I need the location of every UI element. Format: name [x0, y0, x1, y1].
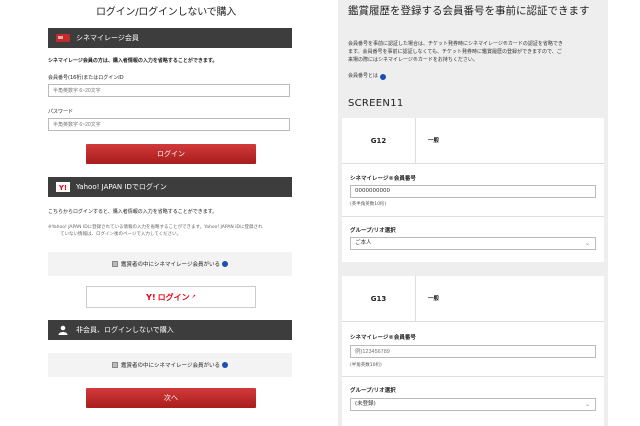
- page-title: ログイン/ログインしないで購入: [96, 7, 237, 18]
- group-select-label: グループ/リオ選択: [350, 228, 396, 234]
- member-number-input[interactable]: 0000000000: [350, 185, 596, 198]
- help-icon: [380, 73, 387, 80]
- auth-desc-3: 来場の際にはシネマイレージ®カードをお持ちください。: [348, 57, 478, 63]
- member-number-note: (半角英数10桁): [350, 363, 382, 368]
- member-number-input[interactable]: [350, 345, 596, 358]
- auth-desc-1: 会員番号を事前に認証した場合は、チケット発券時にシネマイレージ®カードの認証を省…: [348, 41, 563, 47]
- auth-title: 鑑賞履歴を登録する会員番号を事前に認証できます: [348, 5, 590, 17]
- next-button[interactable]: 次へ: [86, 388, 256, 408]
- yahoo-note-2: ていない情報は、ログイン後のページで入力してください。: [60, 232, 182, 237]
- yahoo-member-checkbox-label: 鑑賞者の中にシネマイレージ会員がいる: [121, 262, 220, 268]
- yahoo-login-label: ログイン: [157, 292, 190, 302]
- yahoo-notice: こちらからログインすると、購入者情報の入力を省略することができます。: [48, 209, 218, 215]
- cinemileage-notice: シネマイレージ会員の方は、購入者情報の入力を省略することができます。: [48, 58, 218, 64]
- seat-row: G12 一般: [342, 118, 604, 164]
- seat-number: G12: [342, 118, 416, 164]
- member-number-note: (英半角英数10桁): [350, 202, 387, 207]
- login-button[interactable]: ログイン: [86, 144, 256, 164]
- yahoo-note-1: ※Yahoo! JAPAN IDに登録されている情報の入力を省略することができま…: [48, 225, 263, 230]
- guest-member-checkbox[interactable]: [112, 362, 119, 368]
- yahoo-login-button[interactable]: Y! ログイン ↗: [86, 286, 256, 308]
- divider: [342, 376, 604, 377]
- ticket-type: 一般: [428, 138, 440, 144]
- member-id-label: 会員番号(16桁)またはログインID: [48, 75, 124, 81]
- yahoo-member-checkbox[interactable]: [112, 261, 119, 267]
- member-number-label: シネマイレージ®会員番号: [350, 335, 416, 341]
- yahoo-member-checkbox-row[interactable]: 鑑賞者の中にシネマイレージ会員がいる: [48, 252, 292, 276]
- password-label: パスワード: [48, 109, 74, 115]
- login-panel: ログイン/ログインしないで購入 シネマイレージ会員 シネマイレージ会員の方は、購…: [38, 0, 302, 426]
- member-number-label: シネマイレージ®会員番号: [350, 176, 416, 182]
- guest-member-checkbox-label: 鑑賞者の中にシネマイレージ会員がいる: [121, 363, 220, 369]
- member-auth-panel: 鑑賞履歴を登録する会員番号を事前に認証できます 会員番号を事前に認証した場合は、…: [338, 0, 608, 426]
- chevron-down-icon: ⌄: [584, 240, 590, 247]
- yahoo-logo-icon: Y!: [56, 182, 70, 192]
- group-select-label: グループ/リオ選択: [350, 388, 396, 394]
- seat-row: G13 一般: [342, 276, 604, 322]
- seat-card: G13 一般 シネマイレージ®会員番号 (半角英数10桁) グループ/リオ選択 …: [342, 276, 604, 426]
- external-link-icon: ↗: [191, 294, 196, 300]
- seat-number: G13: [342, 276, 416, 322]
- yahoo-logo: Y!: [146, 292, 156, 302]
- member-id-input[interactable]: [48, 84, 290, 97]
- group-select[interactable]: (未登録) ⌄: [350, 398, 596, 411]
- divider: [342, 216, 604, 217]
- seat-card: G12 一般 シネマイレージ®会員番号 0000000000 (英半角英数10桁…: [342, 118, 604, 262]
- yahoo-header: Y! Yahoo! JAPAN IDでログイン: [48, 177, 292, 197]
- group-select[interactable]: ご本人 ⌄: [350, 237, 596, 250]
- member-card-icon: [56, 33, 70, 43]
- auth-desc-2: ます。会員番号を事前に認証しなくても、チケット発券時に鑑賞履歴の登録ができますの…: [348, 49, 562, 55]
- member-number-help-link[interactable]: 会員番号とは: [348, 73, 387, 80]
- ticket-type: 一般: [428, 296, 440, 302]
- svg-text:Y!: Y!: [58, 184, 67, 192]
- password-input[interactable]: [48, 118, 290, 131]
- person-icon: [56, 325, 70, 335]
- chevron-down-icon: ⌄: [584, 401, 590, 408]
- screen-name: SCREEN11: [348, 98, 404, 109]
- guest-header: 非会員、ログインしないで購入: [48, 320, 292, 340]
- help-icon[interactable]: [221, 362, 228, 368]
- guest-member-checkbox-row[interactable]: 鑑賞者の中にシネマイレージ会員がいる: [48, 353, 292, 377]
- cinemileage-header: シネマイレージ会員: [48, 28, 292, 48]
- help-icon[interactable]: [221, 261, 228, 267]
